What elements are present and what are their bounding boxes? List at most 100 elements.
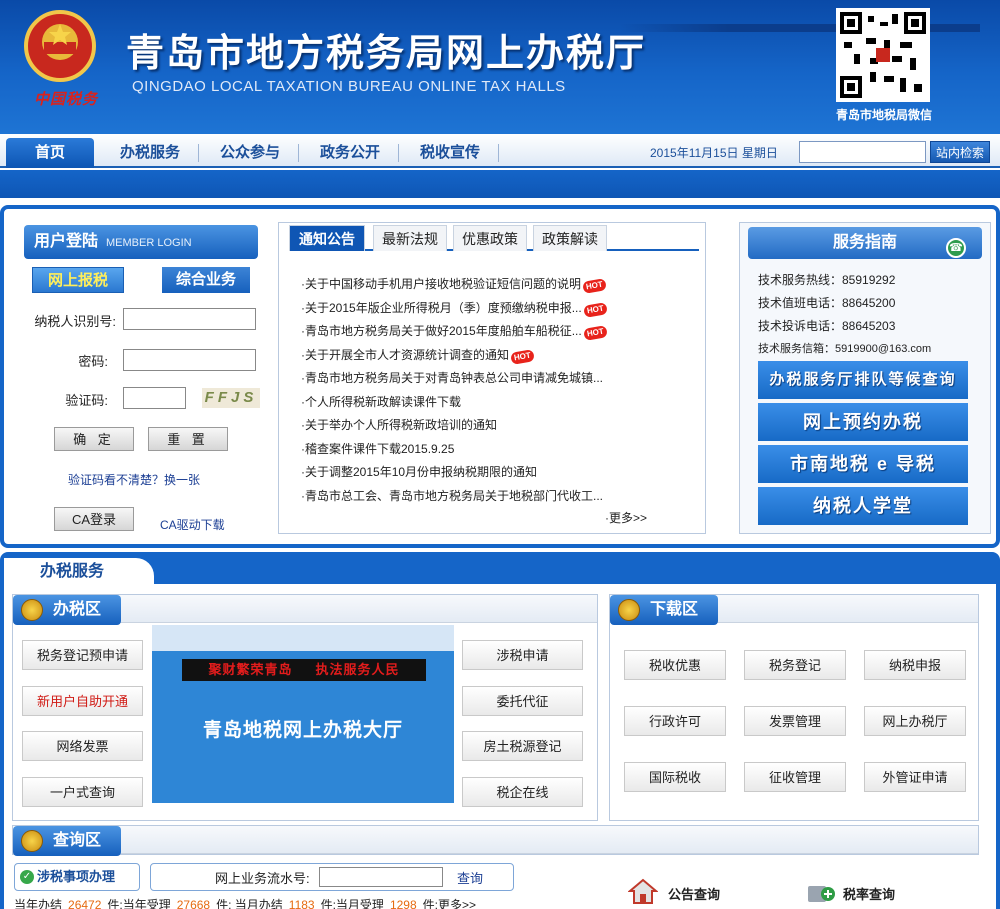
login-title: 用户登陆 MEMBER LOGIN — [24, 225, 258, 259]
captcha-label: 验证码: — [65, 393, 108, 408]
notice-item-text[interactable]: ·个人所得税新政解读课件下载 — [301, 395, 461, 409]
hall-name: 青岛地税网上办税大厅 — [202, 720, 403, 741]
notice-item[interactable]: ·关于举办个人所得税新政培训的通知 — [301, 414, 691, 438]
notice-item-text[interactable]: ·青岛市地方税务局关于对青岛钟表总公司申请减免城镇... — [301, 371, 603, 385]
hot-badge: HOT — [510, 348, 535, 365]
property-land-tax-registration-button[interactable]: 房土税源登记 — [462, 731, 583, 761]
hall-sign-left-text: 聚财繁荣青岛 — [208, 662, 293, 677]
national-emblem-icon — [24, 10, 96, 82]
online-tax-hall-image[interactable]: 聚财繁荣青岛 执法服务人民 青岛地税网上办税大厅 — [152, 625, 454, 803]
nav-separator — [298, 144, 299, 162]
captcha-refresh-link[interactable]: 验证码看不清楚？换一张 — [68, 471, 200, 488]
site-title-en: QINGDAO LOCAL TAXATION BUREAU ONLINE TAX… — [132, 78, 566, 95]
flow-query-button[interactable]: 查询 — [457, 868, 483, 887]
site-header: 中国税务 青岛市地方税务局网上办税厅 QINGDAO LOCAL TAXATIO… — [0, 0, 1000, 134]
download-invoice-management[interactable]: 发票管理 — [744, 706, 846, 736]
tax-application-button[interactable]: 涉税申请 — [462, 640, 583, 670]
download-tax-declaration[interactable]: 纳税申报 — [864, 650, 966, 680]
notice-item[interactable]: ·关于开展全市人才资源统计调查的通知 HOT — [301, 344, 691, 368]
download-collection-management[interactable]: 征收管理 — [744, 762, 846, 792]
notice-item[interactable]: ·关于中国移动手机用户接收地税验证短信问题的说明 HOT — [301, 273, 691, 297]
captcha-image[interactable]: FFJS — [202, 388, 260, 408]
phone-icon: ☎ — [946, 238, 966, 258]
hot-badge: HOT — [582, 301, 608, 318]
network-invoice-button[interactable]: 网络发票 — [22, 731, 143, 761]
site-search-input[interactable] — [799, 141, 926, 163]
hot-badge: HOT — [582, 325, 608, 341]
check-icon: ✓ — [20, 870, 34, 884]
notice-item[interactable]: ·青岛市地方税务局关于对青岛钟表总公司申请减免城镇... — [301, 367, 691, 391]
notice-item-text[interactable]: ·关于中国移动手机用户接收地税验证短信问题的说明 — [301, 277, 581, 291]
queue-query-banner[interactable]: 办税服务厅排队等候查询 — [758, 361, 968, 399]
nav-government-affairs[interactable]: 政务公开 — [302, 138, 398, 168]
entrusted-collection-button[interactable]: 委托代征 — [462, 686, 583, 716]
download-online-tax-hall[interactable]: 网上办税厅 — [864, 706, 966, 736]
notice-list: ·关于中国移动手机用户接收地税验证短信问题的说明 HOT ·关于2015年版企业所… — [301, 273, 691, 508]
flow-number-input[interactable] — [319, 867, 443, 887]
notice-tabs: 通知公告 最新法规 优惠政策 政策解读 — [289, 225, 699, 251]
login-subtitle: MEMBER LOGIN — [106, 237, 192, 249]
tab-policy-interpretation[interactable]: 政策解读 — [533, 225, 607, 251]
taxpayer-id-input[interactable] — [123, 308, 256, 330]
ca-driver-download-link[interactable]: CA驱动下载 — [160, 516, 225, 533]
nav-tax-service[interactable]: 办税服务 — [102, 138, 198, 168]
tech-service-email: 技术服务信箱：5919900@163.com — [758, 343, 932, 355]
captcha-input[interactable] — [123, 387, 186, 409]
stat-label: 件;当年受理 — [107, 898, 171, 909]
download-outbound-certificate[interactable]: 外管证申请 — [864, 762, 966, 792]
tax-matters-handling[interactable]: ✓ 涉税事项办理 — [14, 863, 140, 891]
tax-badge-icon — [21, 599, 43, 621]
download-international-tax[interactable]: 国际税收 — [624, 762, 726, 792]
nav-tax-publicity[interactable]: 税收宣传 — [402, 138, 498, 168]
download-tax-preference[interactable]: 税收优惠 — [624, 650, 726, 680]
notice-item-text[interactable]: ·青岛市总工会、青岛市地方税务局关于地税部门代收工... — [301, 489, 603, 503]
notice-item-text[interactable]: ·关于开展全市人才资源统计调查的通知 — [301, 348, 509, 362]
nav-public-participation[interactable]: 公众参与 — [202, 138, 298, 168]
shinan-e-guide-banner[interactable]: 市南地税 e 导税 — [758, 445, 968, 483]
online-appointment-banner[interactable]: 网上预约办税 — [758, 403, 968, 441]
hot-badge: HOT — [582, 278, 607, 294]
tax-rate-query-link[interactable]: 税率查询 — [843, 884, 895, 903]
stat-label: 当年办结 — [14, 898, 63, 909]
site-search-button[interactable]: 站内检索 — [930, 141, 990, 163]
notice-item[interactable]: ·个人所得税新政解读课件下载 — [301, 391, 691, 415]
reset-button[interactable]: 重 置 — [148, 427, 228, 451]
stat-year-done: 26472 — [68, 898, 102, 909]
tab-notices[interactable]: 通知公告 — [289, 225, 365, 251]
notice-item-text[interactable]: ·关于举办个人所得税新政培训的通知 — [301, 418, 497, 432]
tab-online-tax[interactable]: 网上报税 — [32, 267, 124, 293]
tax-enterprise-online-button[interactable]: 税企在线 — [462, 777, 583, 807]
notice-query-link[interactable]: 公告查询 — [668, 884, 720, 903]
service-guide-panel: 服务指南 ☎ 技术服务热线：85919292 技术值班电话：88645200 技… — [739, 222, 991, 534]
notice-item[interactable]: ·关于2015年版企业所得税月（季）度预缴纳税申报... HOT — [301, 297, 691, 321]
tab-new-regulations[interactable]: 最新法规 — [373, 225, 447, 251]
tab-general-business[interactable]: 综合业务 — [162, 267, 250, 293]
tab-preferential-policy[interactable]: 优惠政策 — [453, 225, 527, 251]
notice-item[interactable]: ·稽查案件课件下载2015.9.25 — [301, 438, 691, 462]
notice-item-text[interactable]: ·稽查案件课件下载2015.9.25 — [301, 442, 454, 456]
password-input[interactable] — [123, 349, 256, 371]
confirm-button[interactable]: 确 定 — [54, 427, 134, 451]
tax-registration-pre-apply-button[interactable]: 税务登记预申请 — [22, 640, 143, 670]
notice-item-text[interactable]: ·关于调整2015年10月份申报纳税期限的通知 — [301, 465, 537, 479]
new-user-self-activation-button[interactable]: 新用户自助开通 — [22, 686, 143, 716]
notice-item[interactable]: ·青岛市地方税务局关于做好2015年度船舶车船税征... HOT — [301, 320, 691, 344]
notice-more-link[interactable]: ·更多>> — [605, 509, 647, 526]
taxpayer-school-banner[interactable]: 纳税人学堂 — [758, 487, 968, 525]
notice-item-text[interactable]: ·关于2015年版企业所得税月（季）度预缴纳税申报... — [301, 301, 582, 315]
qr-label: 青岛市地税局微信 — [835, 108, 932, 122]
hall-sign: 聚财繁荣青岛 执法服务人民 — [182, 659, 426, 681]
download-tax-registration[interactable]: 税务登记 — [744, 650, 846, 680]
notice-item[interactable]: ·关于调整2015年10月份申报纳税期限的通知 — [301, 461, 691, 485]
stat-label: 件;当月受理 — [320, 898, 384, 909]
ca-login-button[interactable]: CA登录 — [54, 507, 134, 531]
nav-home[interactable]: 首页 — [6, 138, 94, 168]
notice-item[interactable]: ·青岛市总工会、青岛市地方税务局关于地税部门代收工... — [301, 485, 691, 509]
notice-item-text[interactable]: ·青岛市地方税务局关于做好2015年度船舶车船税征... — [301, 324, 582, 338]
download-administrative-license[interactable]: 行政许可 — [624, 706, 726, 736]
tax-area-title: 办税区 — [13, 595, 121, 625]
stats-more-link[interactable]: 件;更多>> — [423, 898, 476, 909]
download-area-title-text: 下载区 — [650, 601, 699, 618]
stat-year-accepted: 27668 — [176, 898, 211, 909]
one-stop-query-button[interactable]: 一户式查询 — [22, 777, 143, 807]
